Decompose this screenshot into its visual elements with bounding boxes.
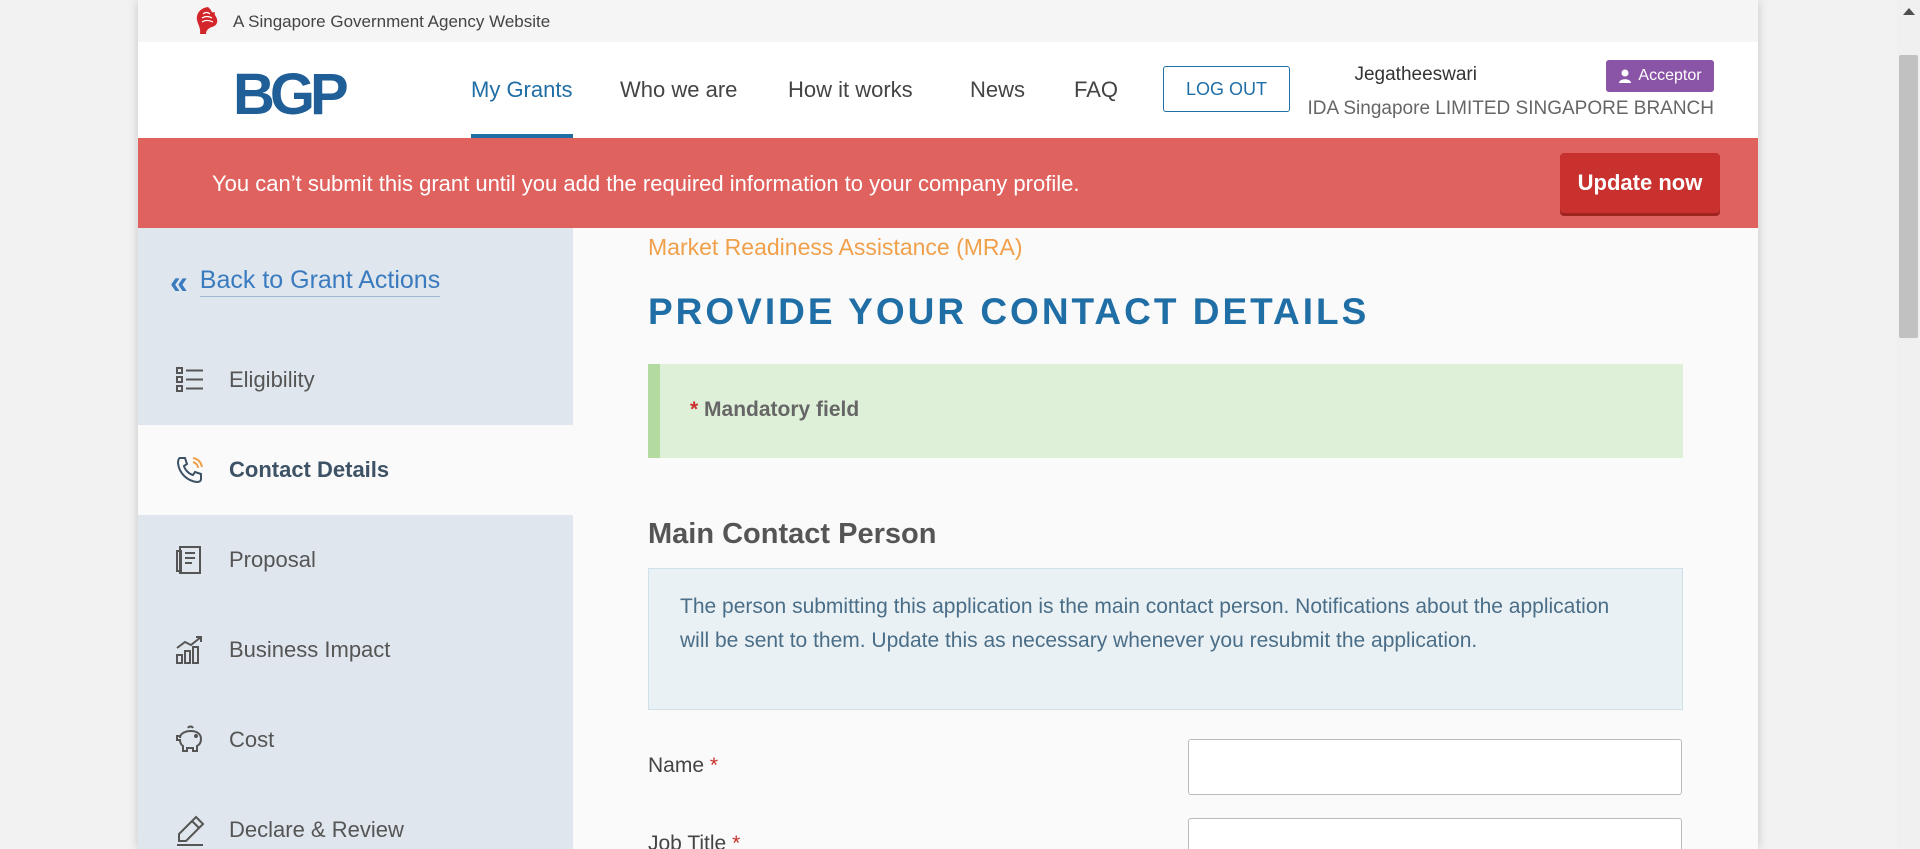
phone-icon bbox=[176, 457, 203, 484]
logout-button[interactable]: LOG OUT bbox=[1163, 66, 1290, 112]
document-icon bbox=[176, 546, 201, 574]
section-title-main-contact: Main Contact Person bbox=[648, 518, 937, 550]
name-label: Name * bbox=[648, 754, 718, 778]
profile-alert-bar: You can’t submit this grant until you ad… bbox=[138, 138, 1758, 228]
sidebar-item-proposal[interactable]: Proposal bbox=[138, 515, 573, 605]
required-marker: * bbox=[709, 754, 719, 777]
sidebar-item-label: Eligibility bbox=[229, 367, 315, 392]
pen-icon bbox=[177, 815, 205, 846]
required-marker: * bbox=[732, 832, 741, 849]
nav-faq[interactable]: FAQ bbox=[1074, 77, 1118, 103]
gov-banner: A Singapore Government Agency Website bbox=[138, 0, 1758, 42]
role-badge-label: Acceptor bbox=[1638, 67, 1702, 84]
job-title-input[interactable] bbox=[1188, 818, 1682, 849]
mandatory-note-box: * Mandatory field bbox=[648, 364, 1683, 458]
list-icon bbox=[176, 367, 203, 392]
gov-banner-text: A Singapore Government Agency Website bbox=[233, 12, 551, 31]
info-box: The person submitting this application i… bbox=[648, 568, 1683, 710]
update-now-button[interactable]: Update now bbox=[1560, 153, 1720, 213]
required-marker: * bbox=[690, 398, 699, 421]
sidebar-item-label: Business Impact bbox=[229, 637, 391, 662]
bgp-logo[interactable]: BGP bbox=[233, 66, 349, 124]
sidebar-item-business-impact[interactable]: Business Impact bbox=[138, 605, 573, 695]
grant-name: Market Readiness Assistance (MRA) bbox=[648, 234, 1023, 260]
site-header: BGP My Grants Who we are How it works Ne… bbox=[138, 42, 1758, 138]
job-title-label-text: Job Title bbox=[648, 832, 727, 849]
back-to-grant-actions-link[interactable]: « Back to Grant Actions bbox=[170, 263, 441, 300]
sidebar-item-eligibility[interactable]: Eligibility bbox=[138, 335, 573, 425]
name-input[interactable] bbox=[1188, 739, 1682, 795]
nav-who-we-are[interactable]: Who we are bbox=[620, 77, 737, 103]
sidebar-item-label: Proposal bbox=[229, 547, 316, 572]
page-title: PROVIDE YOUR CONTACT DETAILS bbox=[648, 291, 1370, 332]
lion-head-icon bbox=[196, 7, 218, 34]
sidebar-item-declare-review[interactable]: Declare & Review bbox=[138, 785, 573, 849]
info-text: The person submitting this application i… bbox=[680, 595, 1610, 652]
user-icon bbox=[1619, 69, 1632, 83]
nav-news[interactable]: News bbox=[970, 77, 1025, 103]
sidebar-item-label: Declare & Review bbox=[229, 817, 404, 842]
page-container: A Singapore Government Agency Website BG… bbox=[138, 0, 1758, 849]
nav-my-grants[interactable]: My Grants bbox=[471, 77, 572, 103]
scrollbar-thumb[interactable] bbox=[1899, 55, 1918, 338]
nav-how-it-works[interactable]: How it works bbox=[788, 77, 913, 103]
sidebar-item-cost[interactable]: Cost bbox=[138, 695, 573, 785]
grant-sidebar: « Back to Grant Actions Eligibility Cont… bbox=[138, 228, 573, 849]
sidebar-item-contact-details[interactable]: Contact Details bbox=[138, 425, 573, 515]
scroll-up-arrow-icon[interactable] bbox=[1903, 8, 1915, 15]
mandatory-note-text: Mandatory field bbox=[704, 398, 860, 421]
alert-message: You can’t submit this grant until you ad… bbox=[212, 171, 1080, 196]
double-chevron-left-icon: « bbox=[170, 263, 188, 300]
mandatory-note: * Mandatory field bbox=[690, 398, 859, 422]
company-name: IDA Singapore LIMITED SINGAPORE BRANCH bbox=[1307, 98, 1714, 119]
sidebar-item-label: Cost bbox=[229, 727, 275, 752]
name-label-text: Name bbox=[648, 754, 705, 777]
role-badge: Acceptor bbox=[1606, 60, 1714, 92]
sidebar-item-label: Contact Details bbox=[229, 457, 390, 482]
bar-chart-icon bbox=[176, 636, 202, 664]
user-name: Jegatheeswari bbox=[1354, 64, 1477, 85]
back-link-label: Back to Grant Actions bbox=[199, 266, 441, 297]
job-title-label: Job Title * bbox=[648, 832, 740, 849]
piggy-bank-icon bbox=[176, 725, 203, 752]
